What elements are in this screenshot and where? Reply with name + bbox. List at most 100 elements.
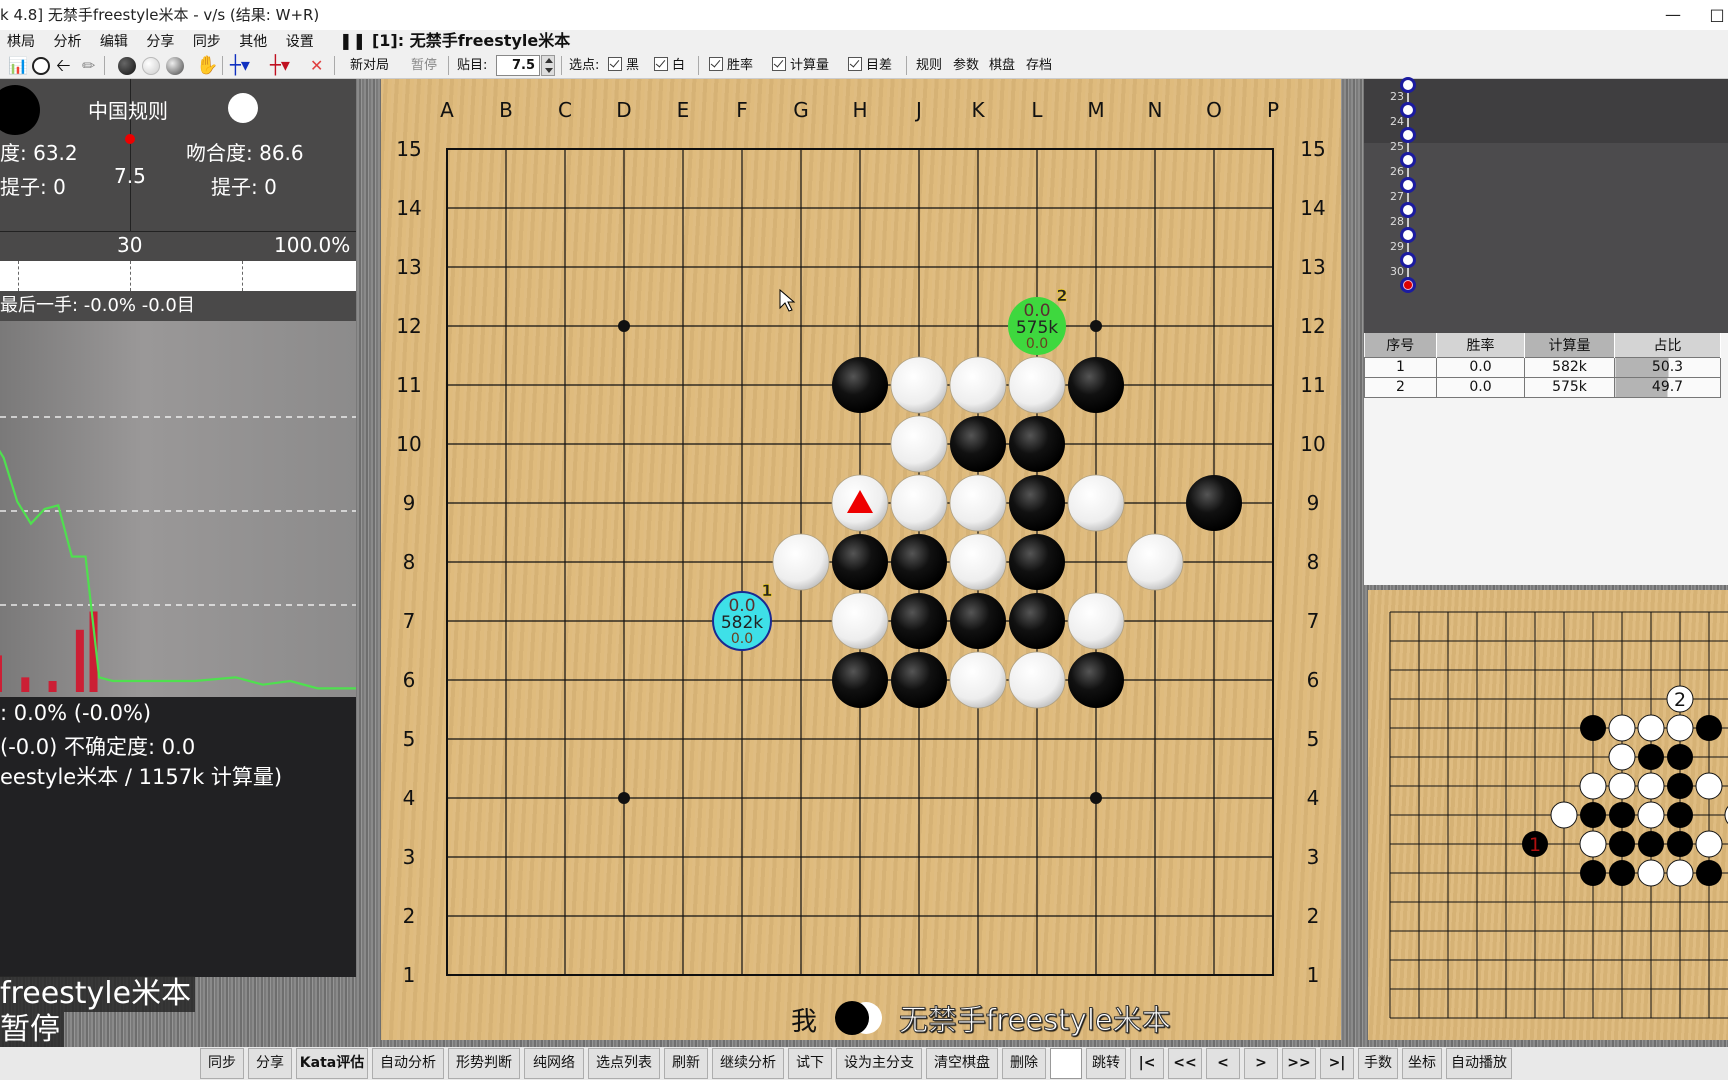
- black-stone[interactable]: [1186, 475, 1242, 531]
- candidate-list-button[interactable]: 选点列表: [588, 1048, 660, 1079]
- white-stone[interactable]: [890, 356, 948, 414]
- menu-share[interactable]: 分享: [139, 31, 181, 53]
- board-svg[interactable]: A15 15B14 14C13 13D12 12E11 11F10 10G9 9H8 8J7 7K…: [381, 79, 1341, 1040]
- estimate-button[interactable]: 形势判断: [448, 1048, 520, 1079]
- back-arrow-icon[interactable]: 🡠: [56, 52, 71, 79]
- mini-board[interactable]: 12: [1368, 590, 1728, 1040]
- go-board[interactable]: A 15 15 B 14 14 C 13 13 D 12 12 E 11 11 F 10 10 G 9 9 H 8 8 J 7 7 K…: [381, 79, 1341, 1040]
- komi-input[interactable]: 7.5: [496, 55, 540, 76]
- white-stone[interactable]: [949, 651, 1007, 709]
- black-stone[interactable]: [891, 652, 947, 708]
- col-winrate[interactable]: 胜率: [1436, 333, 1525, 357]
- rules-button[interactable]: 规则: [916, 52, 942, 79]
- white-stone[interactable]: [1008, 356, 1066, 414]
- menu-settings[interactable]: 设置: [279, 31, 321, 53]
- white-stone[interactable]: [890, 415, 948, 473]
- pause-icon[interactable]: ❚❚: [339, 30, 372, 52]
- black-stone[interactable]: [1009, 593, 1065, 649]
- black-stone[interactable]: [1068, 652, 1124, 708]
- col-playouts[interactable]: 计算量: [1524, 333, 1615, 357]
- params-button[interactable]: 参数: [953, 52, 979, 79]
- forward-10-button[interactable]: >>: [1282, 1048, 1316, 1079]
- first-move-button[interactable]: |<: [1130, 1048, 1164, 1079]
- black-stone[interactable]: [950, 416, 1006, 472]
- jump-button[interactable]: 跳转: [1086, 1048, 1126, 1079]
- white-stone[interactable]: [1067, 592, 1125, 650]
- white-stone[interactable]: [949, 533, 1007, 591]
- set-main-branch-button[interactable]: 设为主分支: [836, 1048, 922, 1079]
- black-stone[interactable]: [891, 534, 947, 590]
- pencil-icon[interactable]: ✏: [82, 52, 95, 79]
- white-stone[interactable]: [831, 592, 889, 650]
- refresh-button[interactable]: 刷新: [664, 1048, 708, 1079]
- komi-stepper[interactable]: [541, 55, 555, 76]
- alternate-stone-icon[interactable]: [166, 57, 184, 75]
- last-move-button[interactable]: >|: [1320, 1048, 1354, 1079]
- variation-tree[interactable]: [1364, 79, 1728, 333]
- blue-cross-icon[interactable]: ┼▾: [230, 52, 250, 79]
- minimize-icon[interactable]: —: [1650, 0, 1696, 30]
- playouts-checkbox[interactable]: 计算量: [772, 52, 829, 79]
- black-stone[interactable]: [832, 357, 888, 413]
- forward-button[interactable]: >: [1244, 1048, 1278, 1079]
- back-button[interactable]: <: [1206, 1048, 1240, 1079]
- black-candidates-checkbox[interactable]: 黑: [608, 52, 639, 79]
- pure-network-button[interactable]: 纯网络: [524, 1048, 584, 1079]
- white-stone[interactable]: [890, 474, 948, 532]
- table-row[interactable]: 1 0.0 582k 50.3: [1364, 356, 1721, 378]
- white-stone[interactable]: [1067, 474, 1125, 532]
- candidate-move[interactable]: 0.0575k0.02: [1008, 286, 1068, 355]
- autoplay-button[interactable]: 自动播放: [1446, 1048, 1512, 1079]
- new-game-button[interactable]: 新对局: [350, 52, 389, 79]
- clear-board-button[interactable]: 清空棋盘: [926, 1048, 998, 1079]
- white-stone[interactable]: [949, 474, 1007, 532]
- col-share[interactable]: 占比: [1614, 333, 1721, 357]
- menu-analysis[interactable]: 分析: [46, 31, 88, 53]
- candidate-move[interactable]: 0.0582k0.01: [712, 581, 773, 651]
- black-stone[interactable]: [891, 593, 947, 649]
- try-button[interactable]: 试下: [788, 1048, 832, 1079]
- black-stone[interactable]: [1009, 416, 1065, 472]
- save-button[interactable]: 存档: [1026, 52, 1052, 79]
- red-cross-icon[interactable]: ┼▾: [270, 52, 290, 79]
- white-stone-icon[interactable]: [142, 57, 160, 75]
- black-stone[interactable]: [1009, 534, 1065, 590]
- black-stone[interactable]: [1068, 357, 1124, 413]
- pause-button[interactable]: 暂停: [411, 52, 437, 79]
- menu-edit[interactable]: 编辑: [93, 31, 135, 53]
- black-stone[interactable]: [1009, 475, 1065, 531]
- delete-x-icon[interactable]: ✕: [310, 52, 323, 79]
- back-10-button[interactable]: <<: [1168, 1048, 1202, 1079]
- col-rank[interactable]: 序号: [1364, 333, 1437, 357]
- board-button[interactable]: 棋盘: [989, 52, 1015, 79]
- white-candidates-checkbox[interactable]: 白: [654, 52, 685, 79]
- white-stone[interactable]: [772, 533, 830, 591]
- coordinates-button[interactable]: 坐标: [1402, 1048, 1442, 1079]
- white-stone[interactable]: [1008, 651, 1066, 709]
- menu-game[interactable]: 棋局: [0, 31, 42, 53]
- auto-analysis-button[interactable]: 自动分析: [372, 1048, 444, 1079]
- black-stone-icon[interactable]: [118, 57, 136, 75]
- delete-button[interactable]: 删除: [1002, 1048, 1046, 1079]
- white-stone[interactable]: [949, 356, 1007, 414]
- menu-sync[interactable]: 同步: [186, 31, 228, 53]
- tree-node[interactable]: [1400, 277, 1416, 293]
- jump-move-input[interactable]: [1050, 1048, 1082, 1079]
- maximize-icon[interactable]: □: [1706, 0, 1728, 30]
- menu-other[interactable]: 其他: [232, 31, 274, 53]
- engine-icon[interactable]: [32, 57, 50, 75]
- sync-button[interactable]: 同步: [200, 1048, 244, 1079]
- chart-icon[interactable]: 📊: [8, 52, 28, 79]
- winrate-graph[interactable]: 300.0: [0, 321, 408, 697]
- black-stone[interactable]: [832, 652, 888, 708]
- white-stone[interactable]: [1126, 533, 1184, 591]
- hand-icon[interactable]: ✋: [196, 52, 218, 79]
- black-stone[interactable]: [832, 534, 888, 590]
- black-stone[interactable]: [950, 593, 1006, 649]
- move-numbers-button[interactable]: 手数: [1358, 1048, 1398, 1079]
- score-checkbox[interactable]: 目差: [848, 52, 892, 79]
- kata-eval-button[interactable]: Kata评估: [296, 1048, 368, 1079]
- winrate-checkbox[interactable]: 胜率: [709, 52, 753, 79]
- share-button[interactable]: 分享: [248, 1048, 292, 1079]
- continue-analysis-button[interactable]: 继续分析: [712, 1048, 784, 1079]
